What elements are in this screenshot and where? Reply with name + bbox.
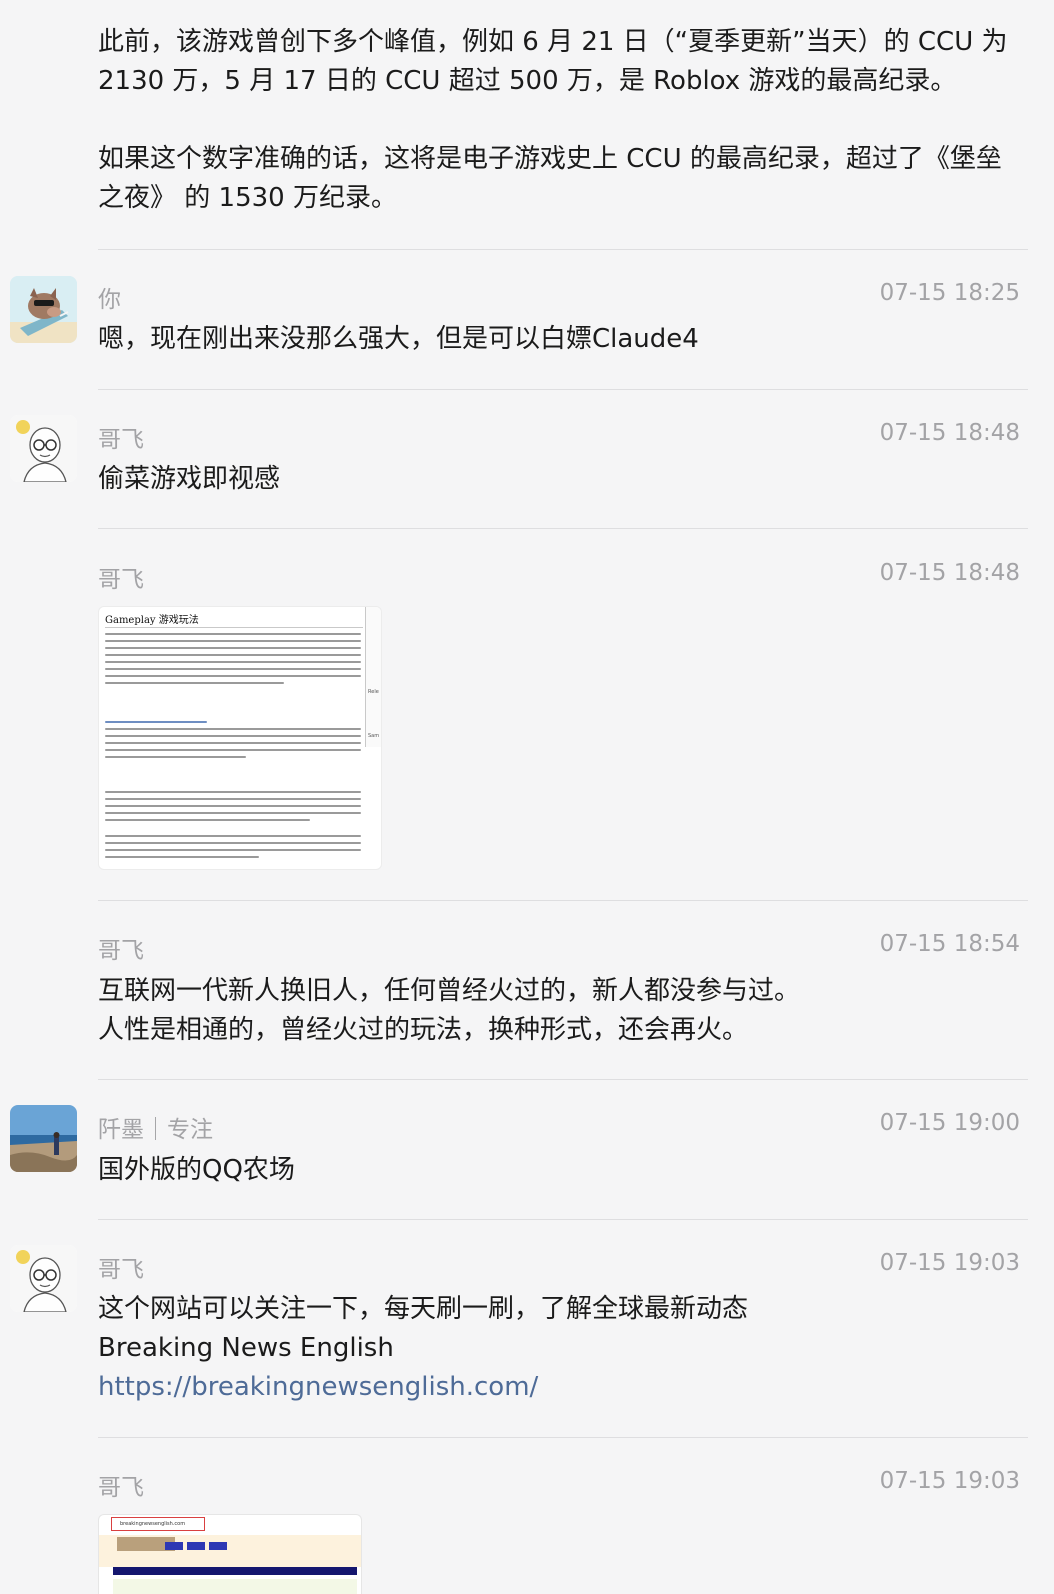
message-divider xyxy=(98,389,1028,390)
thumbnail-paragraph xyxy=(105,633,361,689)
message-timestamp: 07-15 18:25 xyxy=(879,280,1020,306)
message-timestamp: 07-15 18:48 xyxy=(879,560,1020,586)
thumbnail-level-tab xyxy=(165,1542,183,1550)
message-text: 嗯，现在刚出来没那么强大，但是可以白嫖Claude4 xyxy=(98,324,699,354)
sender-name: 哥飞 xyxy=(98,427,144,453)
thumbnail-sidebar: Rele Sam xyxy=(365,607,381,747)
message-text: 此前，该游戏曾创下多个峰值，例如 6 月 21 日（“夏季更新”当天）的 CCU… xyxy=(98,27,1008,213)
sender-name: 哥飞 xyxy=(98,567,144,593)
message-text: 这个网站可以关注一下，每天刷一刷，了解全球最新动态 Breaking News … xyxy=(98,1294,749,1363)
user-avatar-gefei[interactable] xyxy=(10,1245,77,1312)
thumbnail-content xyxy=(113,1579,357,1594)
image-attachment-website-screenshot[interactable]: breakingnewsenglish.com xyxy=(98,1514,362,1594)
pig-on-beach-chair-icon xyxy=(10,276,77,343)
sender-name: 阡墨｜专注 xyxy=(98,1117,213,1143)
seaside-landscape-icon xyxy=(10,1105,77,1172)
thumbnail-level-tab xyxy=(209,1542,227,1550)
bald-man-glasses-icon xyxy=(10,415,77,482)
message-divider xyxy=(98,1079,1028,1080)
thumbnail-side-label: Rele xyxy=(368,689,379,695)
sender-name: 你 xyxy=(98,287,121,313)
message-timestamp: 07-15 18:48 xyxy=(879,420,1020,446)
thumbnail-nav-bar xyxy=(113,1567,357,1575)
message-timestamp: 07-15 19:00 xyxy=(879,1110,1020,1136)
message-divider xyxy=(98,528,1028,529)
sender-name: 哥飞 xyxy=(98,938,144,964)
user-avatar-pig[interactable] xyxy=(10,276,77,343)
thumbnail-side-label: Sam xyxy=(368,733,380,739)
message-timestamp: 07-15 19:03 xyxy=(879,1250,1020,1276)
message-text: 偷菜游戏即视感 xyxy=(98,464,281,494)
message-timestamp: 07-15 18:54 xyxy=(879,931,1020,957)
thumbnail-paragraph xyxy=(105,835,361,863)
message-divider xyxy=(98,249,1028,250)
message-divider xyxy=(98,1437,1028,1438)
sender-name: 哥飞 xyxy=(98,1475,144,1501)
thumbnail-paragraph xyxy=(105,721,361,763)
thumbnail-paragraph xyxy=(105,791,361,826)
message-link[interactable]: https://breakingnewsenglish.com/ xyxy=(98,1368,1024,1407)
user-avatar-qianmo[interactable] xyxy=(10,1105,77,1172)
thumbnail-level-tab xyxy=(187,1542,205,1550)
image-attachment-wiki-screenshot[interactable]: Gameplay 游戏玩法 Rele Sam xyxy=(98,606,382,870)
user-avatar-gefei[interactable] xyxy=(10,415,77,482)
thumbnail-title: Gameplay 游戏玩法 xyxy=(105,615,199,626)
message-text: 国外版的QQ农场 xyxy=(98,1155,295,1185)
bald-man-glasses-icon xyxy=(10,1245,77,1312)
message-text: 互联网一代新人换旧人，任何曾经火过的，新人都没参与过。 人性是相通的，曾经火过的… xyxy=(98,976,801,1045)
message-divider xyxy=(98,1219,1028,1220)
sender-name: 哥飞 xyxy=(98,1257,144,1283)
chat-history: 此前，该游戏曾创下多个峰值，例如 6 月 21 日（“夏季更新”当天）的 CCU… xyxy=(0,0,1054,1594)
message-timestamp: 07-15 19:03 xyxy=(879,1468,1020,1494)
message-divider xyxy=(98,900,1028,901)
thumbnail-rule xyxy=(105,627,363,628)
thumbnail-url-bar: breakingnewsenglish.com xyxy=(111,1517,205,1531)
